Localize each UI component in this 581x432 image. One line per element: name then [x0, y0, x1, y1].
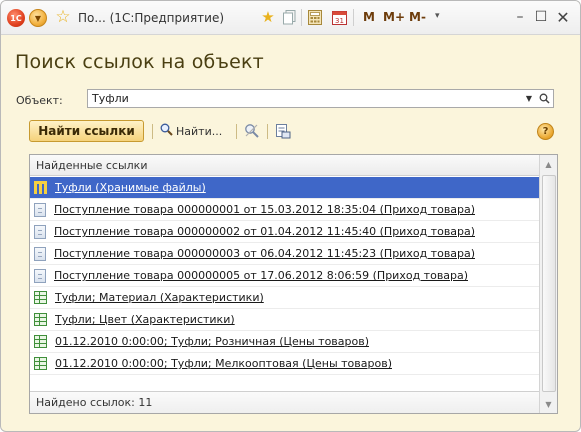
- find-label: Найти...: [176, 124, 223, 138]
- form-title: Поиск ссылок на объект: [15, 51, 264, 73]
- cancel-search-icon[interactable]: [244, 123, 261, 140]
- find-button[interactable]: Найти...: [160, 121, 222, 141]
- table-footer: Найдено ссылок: 11: [30, 391, 539, 413]
- object-label: Объект:: [16, 94, 63, 107]
- catalog-icon: [34, 291, 47, 304]
- found-links-table[interactable]: Найденные ссылки Туфли (Хранимые файлы) П…: [29, 154, 558, 414]
- magnifier-icon: [160, 123, 173, 139]
- table-row[interactable]: 01.12.2010 0:00:00; Туфли; Розничная (Це…: [30, 331, 539, 353]
- window-title: По... (1С:Предприятие): [78, 11, 225, 25]
- register-icon: [34, 181, 47, 194]
- catalog-icon: [34, 335, 47, 348]
- scroll-thumb[interactable]: [542, 175, 556, 392]
- row-link[interactable]: 01.12.2010 0:00:00; Туфли; Розничная (Це…: [55, 335, 369, 348]
- calculator-icon[interactable]: [307, 9, 323, 25]
- table-row[interactable]: 01.12.2010 0:00:00; Туфли; Мелкооптовая …: [30, 353, 539, 375]
- table-header: Найденные ссылки: [30, 155, 539, 176]
- document-icon: [34, 268, 46, 283]
- minimize-icon[interactable]: –: [512, 9, 528, 25]
- add-to-favorites-icon[interactable]: ★: [258, 8, 278, 26]
- row-link[interactable]: Туфли; Материал (Характеристики): [55, 291, 264, 304]
- scroll-up-icon[interactable]: ▲: [540, 155, 557, 173]
- row-link[interactable]: 01.12.2010 0:00:00; Туфли; Мелкооптовая …: [55, 357, 392, 370]
- vertical-scrollbar[interactable]: ▲ ▼: [539, 155, 557, 413]
- output-list-icon[interactable]: [275, 123, 292, 140]
- main-menu-button[interactable]: ▼: [29, 9, 47, 27]
- table-body: Туфли (Хранимые файлы) Поступление товара…: [30, 177, 539, 375]
- toolbar-dropdown-icon[interactable]: ▾: [435, 11, 440, 21]
- dropdown-arrow-icon[interactable]: ▼: [522, 90, 536, 107]
- app-window: 1С ▼ ☆ По... (1С:Предприятие) ★ 31 M M+ …: [0, 0, 581, 432]
- title-bar: 1С ▼ ☆ По... (1С:Предприятие) ★ 31 M M+ …: [1, 1, 580, 35]
- favorites-star-icon[interactable]: ☆: [54, 7, 72, 27]
- row-link[interactable]: Туфли (Хранимые файлы): [55, 181, 206, 194]
- copy-icon[interactable]: [282, 9, 298, 25]
- maximize-icon[interactable]: ☐: [533, 9, 549, 25]
- document-icon: [34, 246, 46, 261]
- row-link[interactable]: Поступление товара 000000003 от 06.04.20…: [54, 247, 475, 260]
- memory-plus-button[interactable]: M+: [383, 8, 405, 26]
- help-button[interactable]: ?: [537, 123, 554, 140]
- scroll-down-icon[interactable]: ▼: [540, 395, 557, 413]
- document-icon: [34, 224, 46, 239]
- row-link[interactable]: Туфли; Цвет (Характеристики): [55, 313, 235, 326]
- table-row[interactable]: Туфли; Цвет (Характеристики): [30, 309, 539, 331]
- app-logo-icon[interactable]: 1С: [7, 9, 25, 27]
- table-row[interactable]: Туфли (Хранимые файлы): [30, 177, 539, 199]
- calendar-icon[interactable]: 31: [331, 9, 347, 25]
- table-row[interactable]: Поступление товара 000000001 от 15.03.20…: [30, 199, 539, 221]
- close-icon[interactable]: ✕: [555, 8, 571, 27]
- table-row[interactable]: Поступление товара 000000005 от 17.06.20…: [30, 265, 539, 287]
- row-link[interactable]: Поступление товара 000000002 от 01.04.20…: [54, 225, 475, 238]
- row-link[interactable]: Поступление товара 000000001 от 15.03.20…: [54, 203, 475, 216]
- svg-text:31: 31: [335, 17, 344, 25]
- row-link[interactable]: Поступление товара 000000005 от 17.06.20…: [54, 269, 468, 282]
- memory-minus-button[interactable]: M-: [409, 8, 426, 26]
- object-field[interactable]: Туфли ▼: [87, 89, 554, 108]
- memory-button[interactable]: M: [363, 8, 375, 26]
- catalog-icon: [34, 313, 47, 326]
- table-row[interactable]: Туфли; Материал (Характеристики): [30, 287, 539, 309]
- catalog-icon: [34, 357, 47, 370]
- table-row[interactable]: Поступление товара 000000003 от 06.04.20…: [30, 243, 539, 265]
- search-icon[interactable]: [537, 90, 551, 107]
- document-icon: [34, 202, 46, 217]
- object-value: Туфли: [92, 92, 129, 105]
- find-links-button[interactable]: Найти ссылки: [29, 120, 144, 142]
- table-row[interactable]: Поступление товара 000000002 от 01.04.20…: [30, 221, 539, 243]
